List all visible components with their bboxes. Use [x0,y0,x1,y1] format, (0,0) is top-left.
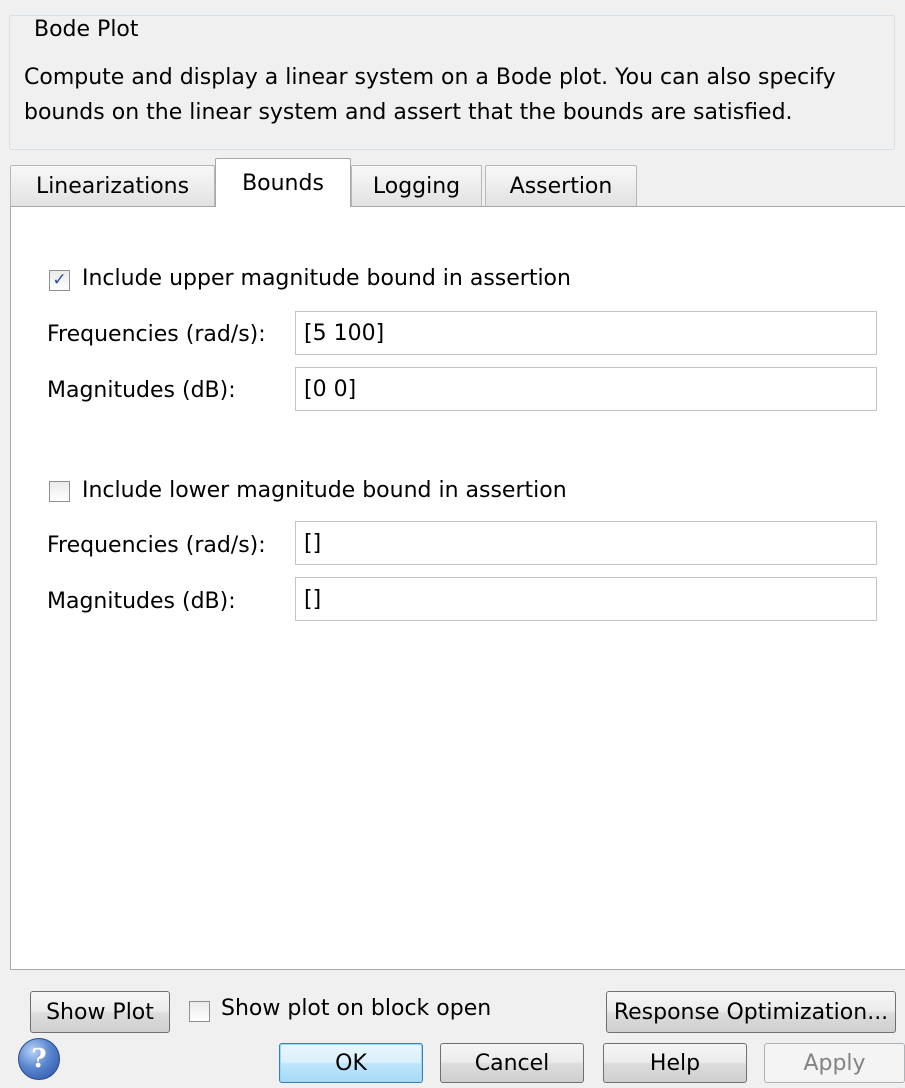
upper-mag-input[interactable]: [0 0] [295,367,877,411]
cancel-button[interactable]: Cancel [440,1043,584,1083]
show-plot-button[interactable]: Show Plot [30,991,170,1033]
ok-button[interactable]: OK [279,1043,423,1083]
lower-mag-input[interactable]: [] [295,577,877,621]
tab-logging[interactable]: Logging [351,165,482,206]
lower-freq-input[interactable]: [] [295,521,877,565]
tab-bounds[interactable]: Bounds [215,158,351,207]
response-optimization-button[interactable]: Response Optimization... [606,991,896,1033]
description-line-2: bounds on the linear system and assert t… [24,100,793,125]
description-line-1: Compute and display a linear system on a… [24,65,836,90]
show-plot-on-open-checkbox[interactable] [189,1001,210,1022]
checkmark-icon: ✓ [52,270,67,290]
help-button[interactable]: Help [603,1043,747,1083]
apply-button[interactable]: Apply [764,1043,905,1083]
bounds-tab-panel: ✓ Include upper magnitude bound in asser… [10,206,905,970]
lower-mag-label: Magnitudes (dB): [47,589,236,614]
help-question-icon[interactable]: ? [18,1038,60,1080]
group-title: Bode Plot [28,17,145,42]
upper-bound-checkbox[interactable]: ✓ [49,270,70,291]
upper-mag-label: Magnitudes (dB): [47,378,236,403]
show-plot-on-open-label: Show plot on block open [221,996,492,1021]
lower-bound-checkbox[interactable] [49,481,70,502]
tab-assertion[interactable]: Assertion [485,165,637,206]
upper-bound-checkbox-label: Include upper magnitude bound in asserti… [82,266,571,291]
lower-freq-label: Frequencies (rad/s): [47,533,266,558]
upper-freq-label: Frequencies (rad/s): [47,322,266,347]
block-description: Compute and display a linear system on a… [24,60,884,130]
lower-bound-checkbox-label: Include lower magnitude bound in asserti… [82,478,567,503]
upper-freq-input[interactable]: [5 100] [295,311,877,355]
tab-linearizations[interactable]: Linearizations [10,165,215,206]
